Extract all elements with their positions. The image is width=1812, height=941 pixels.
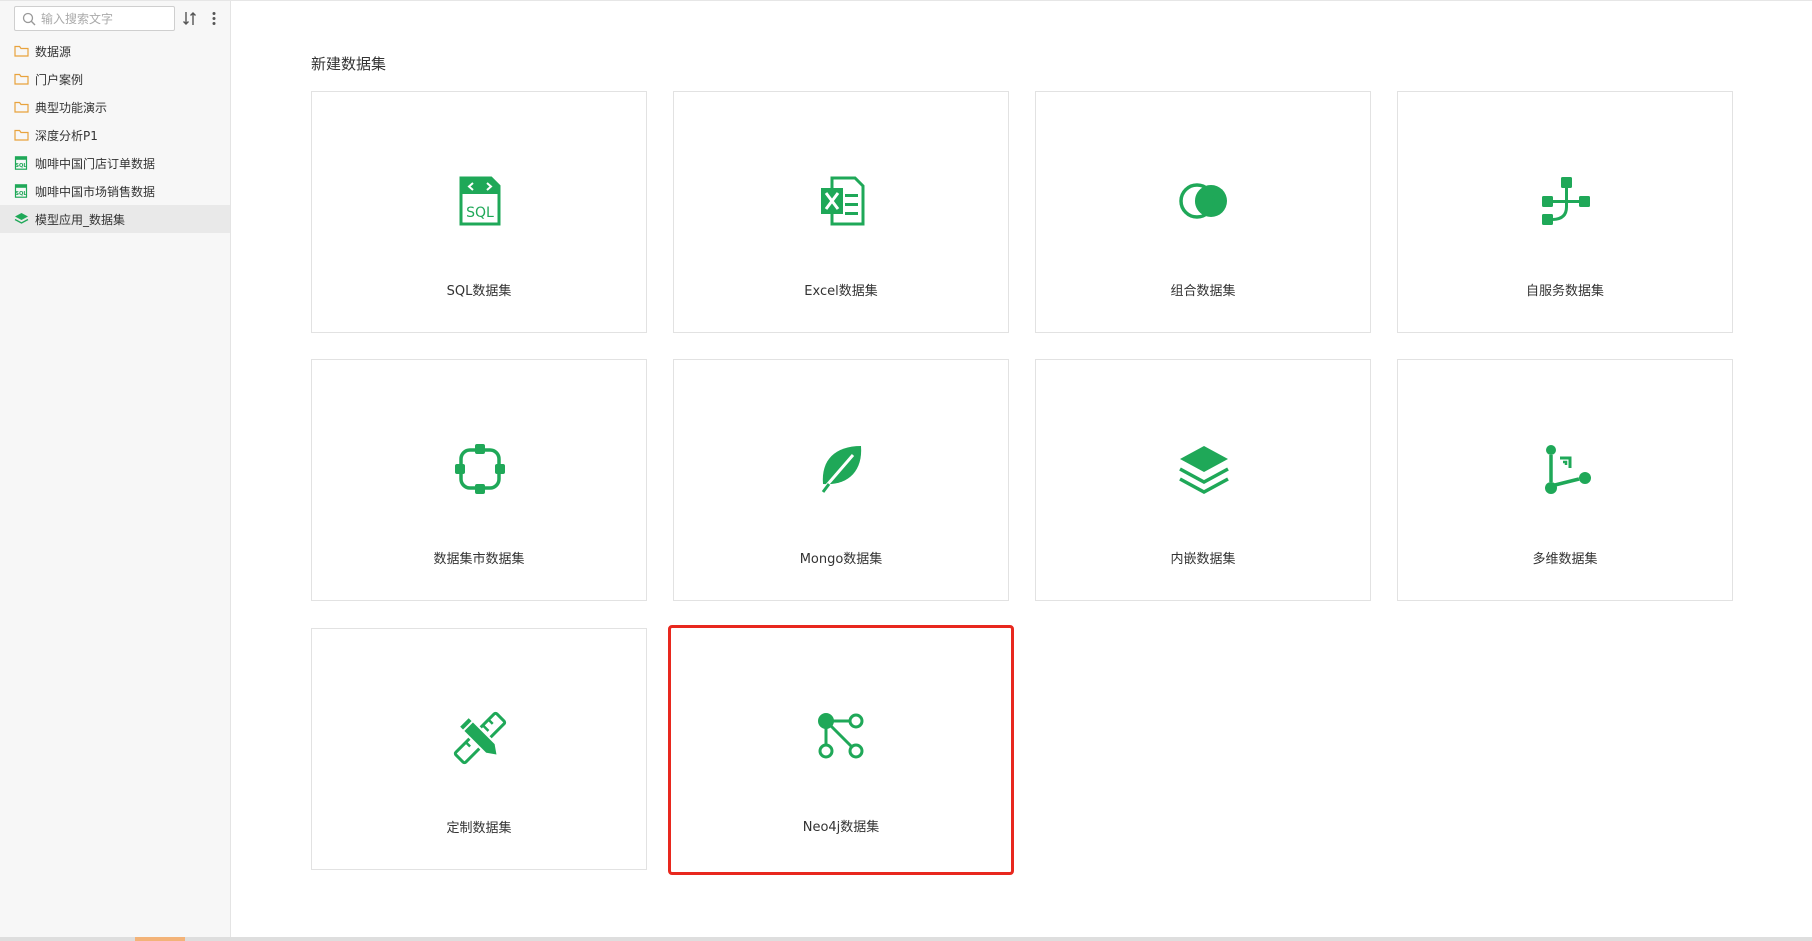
scrollbar-thumb[interactable] [135,937,185,941]
sql-icon: SQL [459,176,501,226]
card-label: 定制数据集 [446,821,512,836]
main-content: 新建数据集 SQL SQL数据集 Excel数据集 组合数据集 自服务数据集 数… [232,1,1812,937]
sql-file-icon: SQL [14,184,27,198]
tree-item-label: 典型功能演示 [35,100,108,115]
tree-item-coffee-market[interactable]: SQL 咖啡中国市场销售数据 [0,177,230,205]
card-multidimensional-dataset[interactable]: 多维数据集 [1397,359,1733,601]
search-input[interactable] [41,8,171,29]
card-label: 多维数据集 [1532,552,1598,567]
svg-text:SQL: SQL [15,163,27,169]
card-label: Neo4j数据集 [802,820,880,835]
tree-item-portal-cases[interactable]: 门户案例 [0,65,230,93]
tree-item-coffee-orders[interactable]: SQL 咖啡中国门店订单数据 [0,149,230,177]
card-combined-dataset[interactable]: 组合数据集 [1035,91,1371,333]
excel-icon [821,176,865,226]
resource-tree: 数据源 门户案例 典型功能演示 深度分析P1 SQL 咖啡中国门店订单数据 SQ… [0,37,230,233]
card-self-service-dataset[interactable]: 自服务数据集 [1397,91,1733,333]
stack-layers-icon [1179,446,1229,494]
tree-item-label: 咖啡中国门店订单数据 [35,156,156,171]
leaf-icon [819,446,862,493]
tree-item-label: 门户案例 [35,72,84,87]
tree-item-datasource[interactable]: 数据源 [0,37,230,65]
card-mongo-dataset[interactable]: Mongo数据集 [673,359,1009,601]
sort-icon[interactable] [182,10,198,27]
card-sql-dataset[interactable]: SQL SQL数据集 [311,91,647,333]
more-options-icon[interactable] [206,10,222,27]
tree-item-model-dataset[interactable]: 模型应用_数据集 [0,205,230,233]
layers-icon [14,213,29,224]
tree-item-feature-demo[interactable]: 典型功能演示 [0,93,230,121]
tree-item-deep-analysis[interactable]: 深度分析P1 [0,121,230,149]
sidebar: 数据源 门户案例 典型功能演示 深度分析P1 [0,1,231,937]
page-title: 新建数据集 [311,55,387,73]
card-label: 组合数据集 [1170,284,1236,299]
search-icon [22,12,36,26]
search-box[interactable] [14,6,175,31]
tree-item-label: 深度分析P1 [35,128,98,143]
focus-nodes-icon [455,444,505,494]
card-datamart-dataset[interactable]: 数据集市数据集 [311,359,647,601]
card-label: Excel数据集 [804,284,878,299]
sql-file-icon: SQL [14,156,27,170]
card-label: SQL数据集 [446,284,512,299]
card-label: 内嵌数据集 [1170,552,1236,567]
card-label: 数据集市数据集 [433,552,525,567]
card-label: 自服务数据集 [1525,284,1604,299]
tree-item-label: 模型应用_数据集 [35,212,126,227]
card-neo4j-dataset[interactable]: Neo4j数据集 [668,625,1014,875]
folder-icon [14,45,29,57]
card-label: Mongo数据集 [799,552,883,567]
card-excel-dataset[interactable]: Excel数据集 [673,91,1009,333]
folder-icon [14,129,29,141]
horizontal-scrollbar[interactable] [0,937,1812,941]
card-embedded-dataset[interactable]: 内嵌数据集 [1035,359,1371,601]
flow-nodes-icon [1542,177,1590,225]
tree-item-label: 数据源 [35,44,72,59]
svg-text:SQL: SQL [466,205,494,221]
combine-circles-icon [1179,183,1227,219]
app-window: 数据源 门户案例 典型功能演示 深度分析P1 [0,0,1812,941]
tree-item-label: 咖啡中国市场销售数据 [35,184,156,199]
pencil-ruler-icon [453,711,507,765]
multidim-axis-icon [1545,445,1591,494]
svg-text:SQL: SQL [15,191,27,197]
sidebar-search-row [14,6,224,31]
folder-icon [14,101,29,113]
graph-nodes-icon [818,713,864,759]
folder-icon [14,73,29,85]
card-custom-dataset[interactable]: 定制数据集 [311,628,647,870]
